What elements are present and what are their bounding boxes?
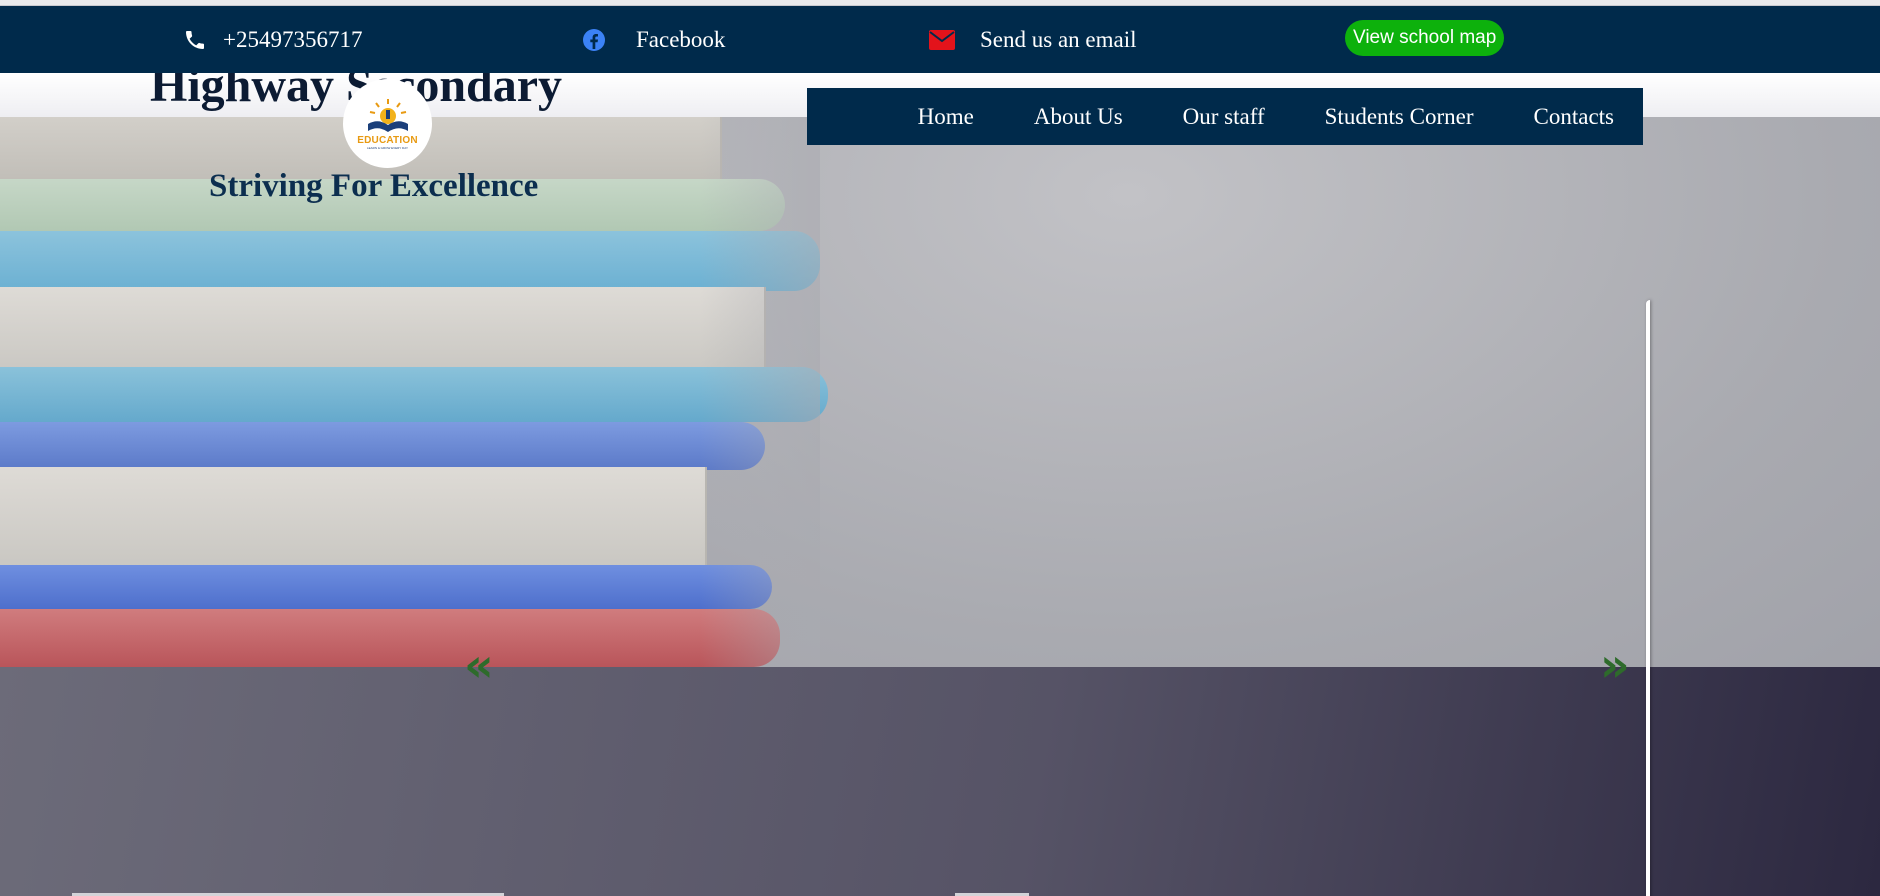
nav-home[interactable]: Home — [918, 104, 974, 130]
sun-book-emblem-icon — [367, 98, 408, 132]
main-navigation: Home About Us Our staff Students Corner … — [807, 88, 1643, 145]
facebook-link[interactable]: Facebook — [582, 6, 725, 73]
nav-contacts[interactable]: Contacts — [1534, 104, 1615, 130]
phone-icon — [183, 28, 207, 52]
facebook-icon — [582, 28, 606, 52]
logo-subtext: LEARN & GROW EVERY DAY — [366, 145, 408, 150]
nav-our-staff[interactable]: Our staff — [1183, 104, 1265, 130]
envelope-icon — [929, 29, 955, 50]
school-logo[interactable]: EDUCATION LEARN & GROW EVERY DAY — [343, 79, 432, 168]
facebook-label: Facebook — [636, 26, 726, 52]
hero-lower-overlay — [0, 667, 1880, 896]
scrollbar-edge — [1646, 300, 1650, 896]
phone-contact[interactable]: +25497356717 — [183, 6, 362, 73]
hero-slider: « » — [0, 117, 1880, 896]
tagline: Striving For Excellence — [209, 168, 539, 204]
logo-text: EDUCATION — [357, 134, 418, 146]
email-link[interactable]: Send us an email — [929, 6, 1137, 73]
slider-prev-arrow[interactable]: « — [464, 642, 494, 688]
slider-next-arrow[interactable]: » — [1600, 642, 1630, 688]
email-label: Send us an email — [980, 26, 1137, 52]
phone-number: +25497356717 — [223, 26, 363, 52]
view-school-map-button[interactable]: View school map — [1345, 20, 1505, 56]
top-contact-bar: +25497356717 Facebook Send us an email V… — [0, 6, 1880, 73]
nav-about-us[interactable]: About Us — [1034, 104, 1123, 130]
nav-students-corner[interactable]: Students Corner — [1325, 104, 1474, 130]
